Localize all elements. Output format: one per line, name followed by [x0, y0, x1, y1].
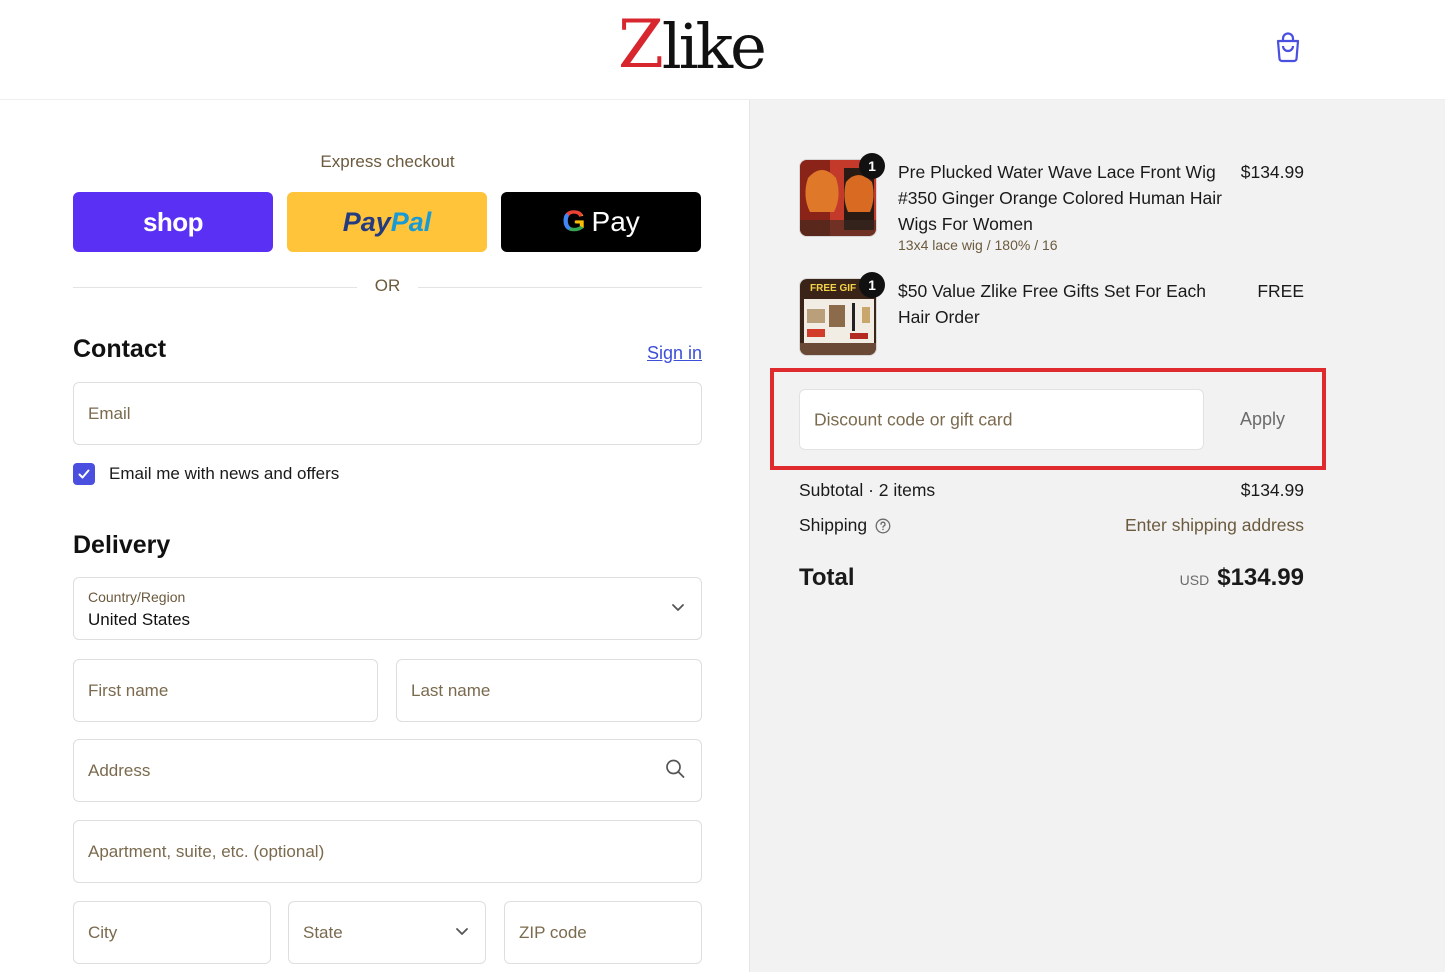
- shop-pay-button[interactable]: shop: [73, 192, 273, 252]
- zlike-logo[interactable]: Zlike: [618, 6, 767, 83]
- cart-item: 1 Pre Plucked Water Wave Lace Front Wig …: [799, 153, 1304, 259]
- chevron-down-icon: [455, 924, 469, 942]
- cart-button[interactable]: [1273, 31, 1303, 63]
- delivery-title: Delivery: [73, 531, 171, 559]
- total-value: $134.99: [1217, 564, 1304, 591]
- logo-z: Z: [618, 6, 664, 83]
- apply-button[interactable]: Apply: [1220, 389, 1305, 450]
- shopping-bag-icon: [1276, 32, 1300, 63]
- email-placeholder: Email: [88, 403, 131, 423]
- apartment-placeholder: Apartment, suite, etc. (optional): [88, 841, 325, 861]
- quantity-badge: 1: [859, 153, 885, 179]
- last-name-placeholder: Last name: [411, 680, 491, 700]
- divider-line: [418, 287, 702, 288]
- help-circle-icon[interactable]: [875, 518, 891, 534]
- paypal-label-part2: Pal: [390, 206, 432, 237]
- check-icon: [78, 469, 90, 479]
- cart-item: FREE GIF 1 $50 Value Zlike Free Gifts Se…: [799, 272, 1304, 358]
- address-field[interactable]: Address: [73, 739, 702, 802]
- paypal-button[interactable]: Pay Pal: [287, 192, 487, 252]
- google-g-icon: G: [562, 205, 586, 238]
- order-summary: 1 Pre Plucked Water Wave Lace Front Wig …: [749, 100, 1445, 972]
- logo-text: like: [661, 10, 767, 83]
- newsletter-checkbox[interactable]: [73, 463, 95, 485]
- chevron-down-icon: [671, 600, 685, 618]
- paypal-label-part1: Pay: [342, 206, 391, 237]
- item-price: $134.99: [1240, 162, 1304, 182]
- first-name-placeholder: First name: [88, 680, 169, 700]
- quantity-badge: 1: [859, 272, 885, 298]
- express-checkout-title: Express checkout: [320, 152, 455, 171]
- subtotal-row: Subtotal · 2 items $134.99: [799, 480, 1304, 501]
- shipping-label: Shipping: [799, 515, 868, 535]
- item-title: $50 Value Zlike Free Gifts Set For Each …: [898, 281, 1207, 327]
- country-select[interactable]: Country/Region United States: [73, 577, 702, 640]
- last-name-field[interactable]: Last name: [396, 659, 702, 722]
- item-price: FREE: [1257, 281, 1304, 301]
- item-title: Pre Plucked Water Wave Lace Front Wig #3…: [898, 162, 1222, 234]
- email-field[interactable]: Email: [73, 382, 702, 445]
- zip-field[interactable]: ZIP code: [504, 901, 702, 964]
- shipping-value: Enter shipping address: [1125, 515, 1304, 535]
- country-label: Country/Region: [88, 589, 186, 605]
- city-placeholder: City: [88, 922, 118, 942]
- currency-code: USD: [1179, 572, 1210, 588]
- newsletter-row: Email me with news and offers: [73, 463, 339, 485]
- item-variant: 13x4 lace wig / 180% / 16: [898, 237, 1058, 253]
- country-value: United States: [88, 610, 191, 629]
- subtotal-value: $134.99: [1240, 480, 1304, 500]
- shop-pay-label: shop: [142, 206, 204, 237]
- total-label: Total: [799, 564, 855, 591]
- sign-in-link[interactable]: Sign in: [647, 343, 702, 364]
- city-field[interactable]: City: [73, 901, 271, 964]
- contact-title: Contact: [73, 335, 167, 363]
- discount-code-input[interactable]: Discount code or gift card: [799, 389, 1204, 450]
- or-text: OR: [374, 276, 401, 295]
- address-placeholder: Address: [88, 760, 151, 780]
- total-row: Total USD $134.99: [799, 564, 1304, 592]
- discount-placeholder: Discount code or gift card: [814, 409, 1013, 429]
- header: Zlike: [0, 0, 1445, 100]
- google-pay-button[interactable]: G Pay: [501, 192, 701, 252]
- shipping-row: Shipping Enter shipping address: [799, 515, 1304, 536]
- or-divider: OR: [73, 276, 702, 298]
- subtotal-label: Subtotal · 2 items: [799, 480, 936, 500]
- thumb-text: FREE GIF: [810, 283, 856, 294]
- google-pay-label: Pay: [591, 206, 640, 237]
- state-placeholder: State: [303, 922, 343, 942]
- newsletter-label: Email me with news and offers: [109, 464, 340, 483]
- apartment-field[interactable]: Apartment, suite, etc. (optional): [73, 820, 702, 883]
- state-select[interactable]: State: [288, 901, 486, 964]
- zip-placeholder: ZIP code: [519, 922, 587, 942]
- first-name-field[interactable]: First name: [73, 659, 378, 722]
- search-icon[interactable]: [665, 758, 685, 783]
